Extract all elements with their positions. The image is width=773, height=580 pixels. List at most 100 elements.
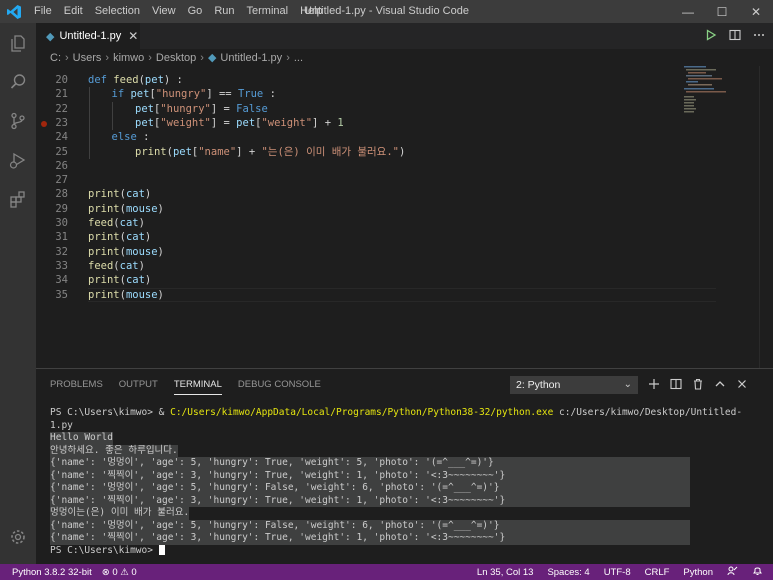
terminal-line: 멍멍이는(은) 이미 배가 불러요. bbox=[50, 507, 190, 520]
end-of-line[interactable]: CRLF bbox=[645, 567, 670, 578]
terminal-line: PS C:\Users\kimwo> bbox=[50, 545, 730, 558]
breadcrumb-users[interactable]: Users bbox=[73, 52, 102, 64]
code-line[interactable]: 35 print(mouse) bbox=[36, 288, 676, 302]
code-line[interactable]: 29 print(mouse) bbox=[36, 202, 676, 216]
chevron-right-icon: › bbox=[148, 51, 152, 64]
tab-terminal[interactable]: TERMINAL bbox=[173, 379, 222, 395]
more-actions-icon[interactable] bbox=[753, 29, 765, 44]
code-line[interactable]: 23 pet["weight"] = pet["weight"] + 1 bbox=[36, 116, 676, 130]
breadcrumb-symbols[interactable]: ... bbox=[294, 52, 303, 64]
terminal-line: 1.py bbox=[50, 419, 73, 431]
code-line[interactable]: 22 pet["hungry"] = False bbox=[36, 102, 676, 116]
menu-view[interactable]: View bbox=[146, 0, 182, 23]
tab-untitled-1[interactable]: ◆ Untitled-1.py ✕ bbox=[36, 23, 140, 49]
menu-help[interactable]: Help bbox=[294, 0, 329, 23]
code-line[interactable]: 30 feed(cat) bbox=[36, 216, 676, 230]
terminal-line: {'name': '찍찍이', 'age': 3, 'hungry': True… bbox=[50, 494, 690, 507]
breadcrumb-file[interactable]: Untitled-1.py bbox=[220, 52, 282, 64]
code-line[interactable]: 24 else : bbox=[36, 130, 676, 144]
code-text: print(mouse) bbox=[88, 245, 164, 258]
source-control-icon[interactable] bbox=[0, 101, 36, 140]
menu-selection[interactable]: Selection bbox=[89, 0, 146, 23]
code-line[interactable]: 27 bbox=[36, 173, 676, 187]
title-bar: File Edit Selection View Go Run Terminal… bbox=[0, 0, 773, 23]
maximize-panel-icon[interactable] bbox=[714, 378, 726, 393]
line-number: 25 bbox=[55, 145, 68, 158]
close-tab-icon[interactable]: ✕ bbox=[128, 29, 138, 43]
language-mode[interactable]: Python bbox=[683, 567, 713, 578]
code-line[interactable]: 31 print(cat) bbox=[36, 230, 676, 244]
feedback-icon[interactable] bbox=[727, 565, 738, 579]
minimize-button[interactable]: — bbox=[671, 0, 705, 23]
indentation[interactable]: Spaces: 4 bbox=[547, 567, 589, 578]
cursor-position[interactable]: Ln 35, Col 13 bbox=[477, 567, 534, 578]
breadcrumb-kimwo[interactable]: kimwo bbox=[113, 52, 144, 64]
chevron-down-icon: ⌄ bbox=[623, 379, 632, 390]
run-debug-icon[interactable] bbox=[0, 140, 36, 179]
new-terminal-icon[interactable] bbox=[648, 378, 660, 393]
code-text: feed(cat) bbox=[88, 217, 145, 229]
encoding[interactable]: UTF-8 bbox=[604, 567, 631, 578]
maximize-button[interactable]: ☐ bbox=[705, 0, 739, 23]
close-window-button[interactable]: ✕ bbox=[739, 0, 773, 23]
code-text: print(cat) bbox=[88, 188, 152, 201]
tab-problems[interactable]: PROBLEMS bbox=[50, 379, 103, 390]
menu-bar: File Edit Selection View Go Run Terminal… bbox=[28, 0, 329, 23]
terminal-line: 안녕하세요. 좋은 하루입니다. bbox=[50, 444, 178, 457]
minimap[interactable] bbox=[684, 66, 744, 126]
explorer-icon[interactable] bbox=[0, 23, 36, 62]
menu-file[interactable]: File bbox=[28, 0, 58, 23]
terminal-line: Hello World bbox=[50, 432, 113, 445]
line-number: 28 bbox=[55, 188, 68, 201]
menu-run[interactable]: Run bbox=[208, 0, 240, 23]
chevron-right-icon: › bbox=[65, 51, 69, 64]
code-line[interactable]: 34 print(cat) bbox=[36, 273, 676, 287]
breadcrumb-drive[interactable]: C: bbox=[50, 52, 61, 64]
tab-output[interactable]: OUTPUT bbox=[119, 379, 158, 390]
menu-edit[interactable]: Edit bbox=[58, 0, 89, 23]
extensions-icon[interactable] bbox=[0, 179, 36, 218]
code-text: pet["weight"] = pet["weight"] + 1 bbox=[135, 116, 344, 129]
terminal-select[interactable]: 2: Python ⌄ bbox=[510, 376, 638, 394]
code-editor[interactable]: 20 def feed(pet) : 21 if pet["hungry"] == T… bbox=[36, 66, 773, 368]
line-number: 20 bbox=[55, 74, 68, 86]
python-interpreter[interactable]: Python 3.8.2 32-bit bbox=[12, 567, 92, 578]
code-line[interactable]: 20 def feed(pet) : bbox=[36, 73, 676, 87]
search-icon[interactable] bbox=[0, 62, 36, 101]
split-terminal-icon[interactable] bbox=[670, 378, 682, 393]
settings-gear-icon[interactable] bbox=[0, 517, 36, 556]
line-number: 22 bbox=[55, 102, 68, 115]
problems-count[interactable]: ⊗ 0 ⚠ 0 bbox=[102, 567, 137, 578]
line-number: 23 bbox=[55, 116, 68, 129]
terminal-cursor bbox=[158, 545, 165, 555]
chevron-right-icon: › bbox=[286, 51, 290, 64]
warnings-count: ⚠ 0 bbox=[120, 566, 137, 578]
close-panel-icon[interactable] bbox=[736, 378, 748, 393]
code-line[interactable]: 21 if pet["hungry"] == True : bbox=[36, 87, 676, 101]
code-line[interactable]: 26 bbox=[36, 159, 676, 173]
kill-terminal-icon[interactable] bbox=[692, 378, 704, 393]
terminal-output[interactable]: PS C:\Users\kimwo> & C:/Users/kimwo/AppD… bbox=[50, 407, 743, 558]
vscode-logo-icon bbox=[0, 0, 28, 23]
split-editor-icon[interactable] bbox=[729, 29, 741, 44]
run-python-file-icon[interactable] bbox=[705, 28, 717, 44]
terminal-line: PS C:\Users\kimwo> & C:/Users/kimwo/AppD… bbox=[50, 407, 743, 418]
indent-guide bbox=[112, 101, 113, 131]
line-number: 32 bbox=[55, 245, 68, 258]
breadcrumb: C: › Users › kimwo › Desktop › ◆ Untitle… bbox=[36, 49, 773, 66]
terminal-line: {'name': '멍멍이', 'age': 5, 'hungry': True… bbox=[50, 457, 690, 470]
editor-tabs: ◆ Untitled-1.py ✕ bbox=[36, 23, 773, 49]
code-line[interactable]: 28 print(cat) bbox=[36, 187, 676, 201]
code-line[interactable]: 25 print(pet["name"] + "는(은) 이미 배가 불러요.") bbox=[36, 145, 676, 159]
code-text: if pet["hungry"] == True : bbox=[111, 88, 276, 101]
tab-debug-console[interactable]: DEBUG CONSOLE bbox=[238, 379, 321, 390]
notifications-bell-icon[interactable] bbox=[752, 565, 763, 579]
chevron-right-icon: › bbox=[105, 51, 110, 64]
line-number: 31 bbox=[55, 231, 68, 244]
menu-go[interactable]: Go bbox=[182, 0, 209, 23]
menu-terminal[interactable]: Terminal bbox=[241, 0, 295, 23]
code-line[interactable]: 33 feed(cat) bbox=[36, 259, 676, 273]
breadcrumb-desktop[interactable]: Desktop bbox=[156, 52, 196, 64]
editor-scrollbar[interactable] bbox=[759, 66, 773, 368]
code-line[interactable]: 32 print(mouse) bbox=[36, 245, 676, 259]
